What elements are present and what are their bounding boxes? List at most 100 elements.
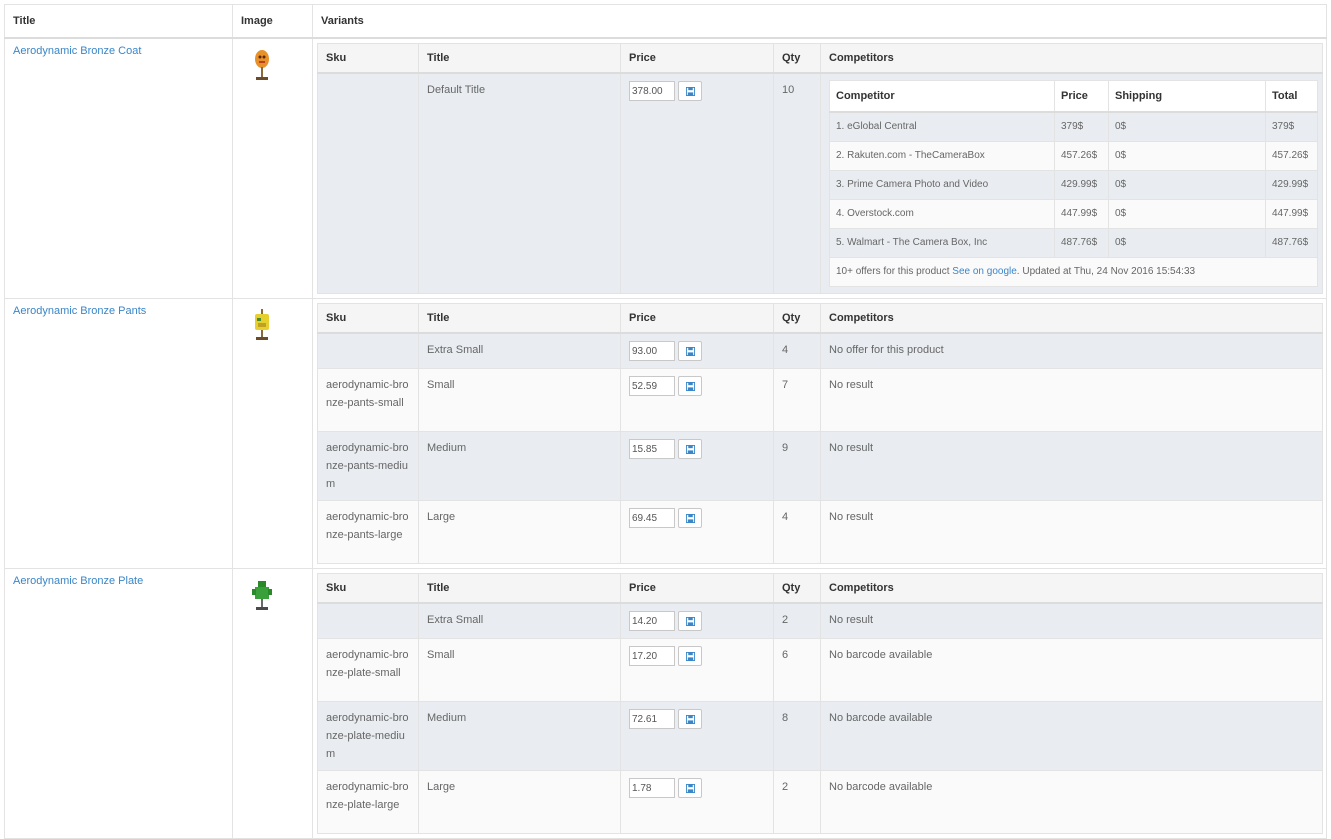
save-button[interactable] xyxy=(678,611,702,631)
save-button[interactable] xyxy=(678,709,702,729)
variant-header-price: Price xyxy=(620,573,774,604)
variant-header-price: Price xyxy=(620,43,774,74)
floppy-disk-icon xyxy=(685,616,695,626)
variant-sku: aerodynamic-bronze-pants-large xyxy=(317,500,419,564)
variant-qty: 4 xyxy=(773,500,821,564)
variant-row: Extra Small 4 No offer for this product xyxy=(317,332,1323,369)
competitor-name: 4. Overstock.com xyxy=(829,199,1055,229)
competitor-total: 379$ xyxy=(1265,111,1318,142)
price-input[interactable] xyxy=(629,81,675,101)
variant-competitors-status: No result xyxy=(820,431,1323,501)
variants-header-row: Sku Title Price Qty Competitors xyxy=(317,573,1323,604)
product-title-cell: Aerodynamic Bronze Coat xyxy=(4,37,233,299)
save-button[interactable] xyxy=(678,341,702,361)
orange-figure-icon xyxy=(255,50,269,80)
variant-qty: 2 xyxy=(773,602,821,639)
variant-sku xyxy=(317,602,419,639)
competitor-header-total: Total xyxy=(1265,80,1318,113)
competitor-header-name: Competitor xyxy=(829,80,1055,113)
save-button[interactable] xyxy=(678,439,702,459)
competitor-row: 5. Walmart - The Camera Box, Inc 487.76$… xyxy=(829,228,1318,258)
product-link[interactable]: Aerodynamic Bronze Pants xyxy=(13,305,146,317)
variant-header-competitors: Competitors xyxy=(820,573,1323,604)
price-input[interactable] xyxy=(629,778,675,798)
products-header-row: Title Image Variants xyxy=(4,4,1327,39)
save-button[interactable] xyxy=(678,646,702,666)
variant-header-title: Title xyxy=(418,303,621,334)
save-button[interactable] xyxy=(678,81,702,101)
variant-header-competitors: Competitors xyxy=(820,303,1323,334)
variant-title: Extra Small xyxy=(418,332,621,369)
variant-competitors-status: No result xyxy=(820,602,1323,639)
header-image: Image xyxy=(232,4,313,39)
competitor-shipping: 0$ xyxy=(1108,199,1266,229)
variant-header-qty: Qty xyxy=(773,43,821,74)
competitor-name: 1. eGlobal Central xyxy=(829,111,1055,142)
variant-sku xyxy=(317,72,419,294)
product-image-cell xyxy=(232,298,313,569)
variant-competitors-status: No result xyxy=(820,368,1323,432)
variant-price-cell xyxy=(620,431,774,501)
competitor-row: 2. Rakuten.com - TheCameraBox 457.26$ 0$… xyxy=(829,141,1318,171)
price-input[interactable] xyxy=(629,341,675,361)
competitors-footer: 10+ offers for this product See on googl… xyxy=(829,257,1318,287)
save-button[interactable] xyxy=(678,508,702,528)
floppy-disk-icon xyxy=(685,714,695,724)
price-input[interactable] xyxy=(629,376,675,396)
price-input[interactable] xyxy=(629,508,675,528)
competitor-shipping: 0$ xyxy=(1108,228,1266,258)
product-title-cell: Aerodynamic Bronze Plate xyxy=(4,568,233,839)
updated-text: . Updated at Thu, 24 Nov 2016 15:54:33 xyxy=(1016,266,1196,277)
competitor-total: 429.99$ xyxy=(1265,170,1318,200)
variant-row: aerodynamic-bronze-plate-small Small 6 N… xyxy=(317,638,1323,702)
variant-price-cell xyxy=(620,770,774,834)
price-input[interactable] xyxy=(629,709,675,729)
variant-competitors-cell: Competitor Price Shipping Total 1. eGlob… xyxy=(820,72,1323,294)
products-table: Title Image Variants Aerodynamic Bronze … xyxy=(4,4,1327,839)
variant-row: aerodynamic-bronze-pants-small Small 7 N… xyxy=(317,368,1323,432)
variant-price-cell xyxy=(620,602,774,639)
variants-table: Sku Title Price Qty Competitors Extra Sm… xyxy=(317,303,1323,564)
variant-header-title: Title xyxy=(418,573,621,604)
competitor-price: 457.26$ xyxy=(1054,141,1109,171)
variants-header-row: Sku Title Price Qty Competitors xyxy=(317,43,1323,74)
price-input[interactable] xyxy=(629,646,675,666)
variant-sku: aerodynamic-bronze-pants-small xyxy=(317,368,419,432)
variant-row: aerodynamic-bronze-plate-medium Medium 8… xyxy=(317,701,1323,771)
price-input[interactable] xyxy=(629,611,675,631)
variant-title: Large xyxy=(418,770,621,834)
variant-row: Extra Small 2 No result xyxy=(317,602,1323,639)
variant-sku: aerodynamic-bronze-plate-small xyxy=(317,638,419,702)
header-title: Title xyxy=(4,4,233,39)
competitor-row: 4. Overstock.com 447.99$ 0$ 447.99$ xyxy=(829,199,1318,229)
product-link[interactable]: Aerodynamic Bronze Coat xyxy=(13,45,141,57)
competitor-price: 487.76$ xyxy=(1054,228,1109,258)
product-title-cell: Aerodynamic Bronze Pants xyxy=(4,298,233,569)
see-on-google-link[interactable]: See on google xyxy=(952,266,1017,277)
floppy-disk-icon xyxy=(685,783,695,793)
variant-qty: 2 xyxy=(773,770,821,834)
product-row: Aerodynamic Bronze Plate Sku Title Price… xyxy=(4,568,1327,839)
variant-row: aerodynamic-bronze-pants-large Large 4 N… xyxy=(317,500,1323,564)
product-link[interactable]: Aerodynamic Bronze Plate xyxy=(13,575,143,587)
competitors-header-row: Competitor Price Shipping Total xyxy=(829,80,1318,113)
variant-title: Medium xyxy=(418,701,621,771)
price-input[interactable] xyxy=(629,439,675,459)
competitor-price: 379$ xyxy=(1054,111,1109,142)
variants-table: Sku Title Price Qty Competitors Extra Sm… xyxy=(317,573,1323,834)
floppy-disk-icon xyxy=(685,444,695,454)
competitor-header-price: Price xyxy=(1054,80,1109,113)
competitors-table: Competitor Price Shipping Total 1. eGlob… xyxy=(829,80,1318,287)
variant-competitors-status: No result xyxy=(820,500,1323,564)
variant-qty: 4 xyxy=(773,332,821,369)
variant-title: Small xyxy=(418,638,621,702)
save-button[interactable] xyxy=(678,376,702,396)
variant-sku: aerodynamic-bronze-plate-large xyxy=(317,770,419,834)
product-image-cell xyxy=(232,37,313,299)
save-button[interactable] xyxy=(678,778,702,798)
floppy-disk-icon xyxy=(685,346,695,356)
variant-title: Medium xyxy=(418,431,621,501)
product-row: Aerodynamic Bronze Coat Sku Title Price … xyxy=(4,37,1327,299)
variants-cell: Sku Title Price Qty Competitors Default … xyxy=(312,37,1327,299)
variant-title: Extra Small xyxy=(418,602,621,639)
